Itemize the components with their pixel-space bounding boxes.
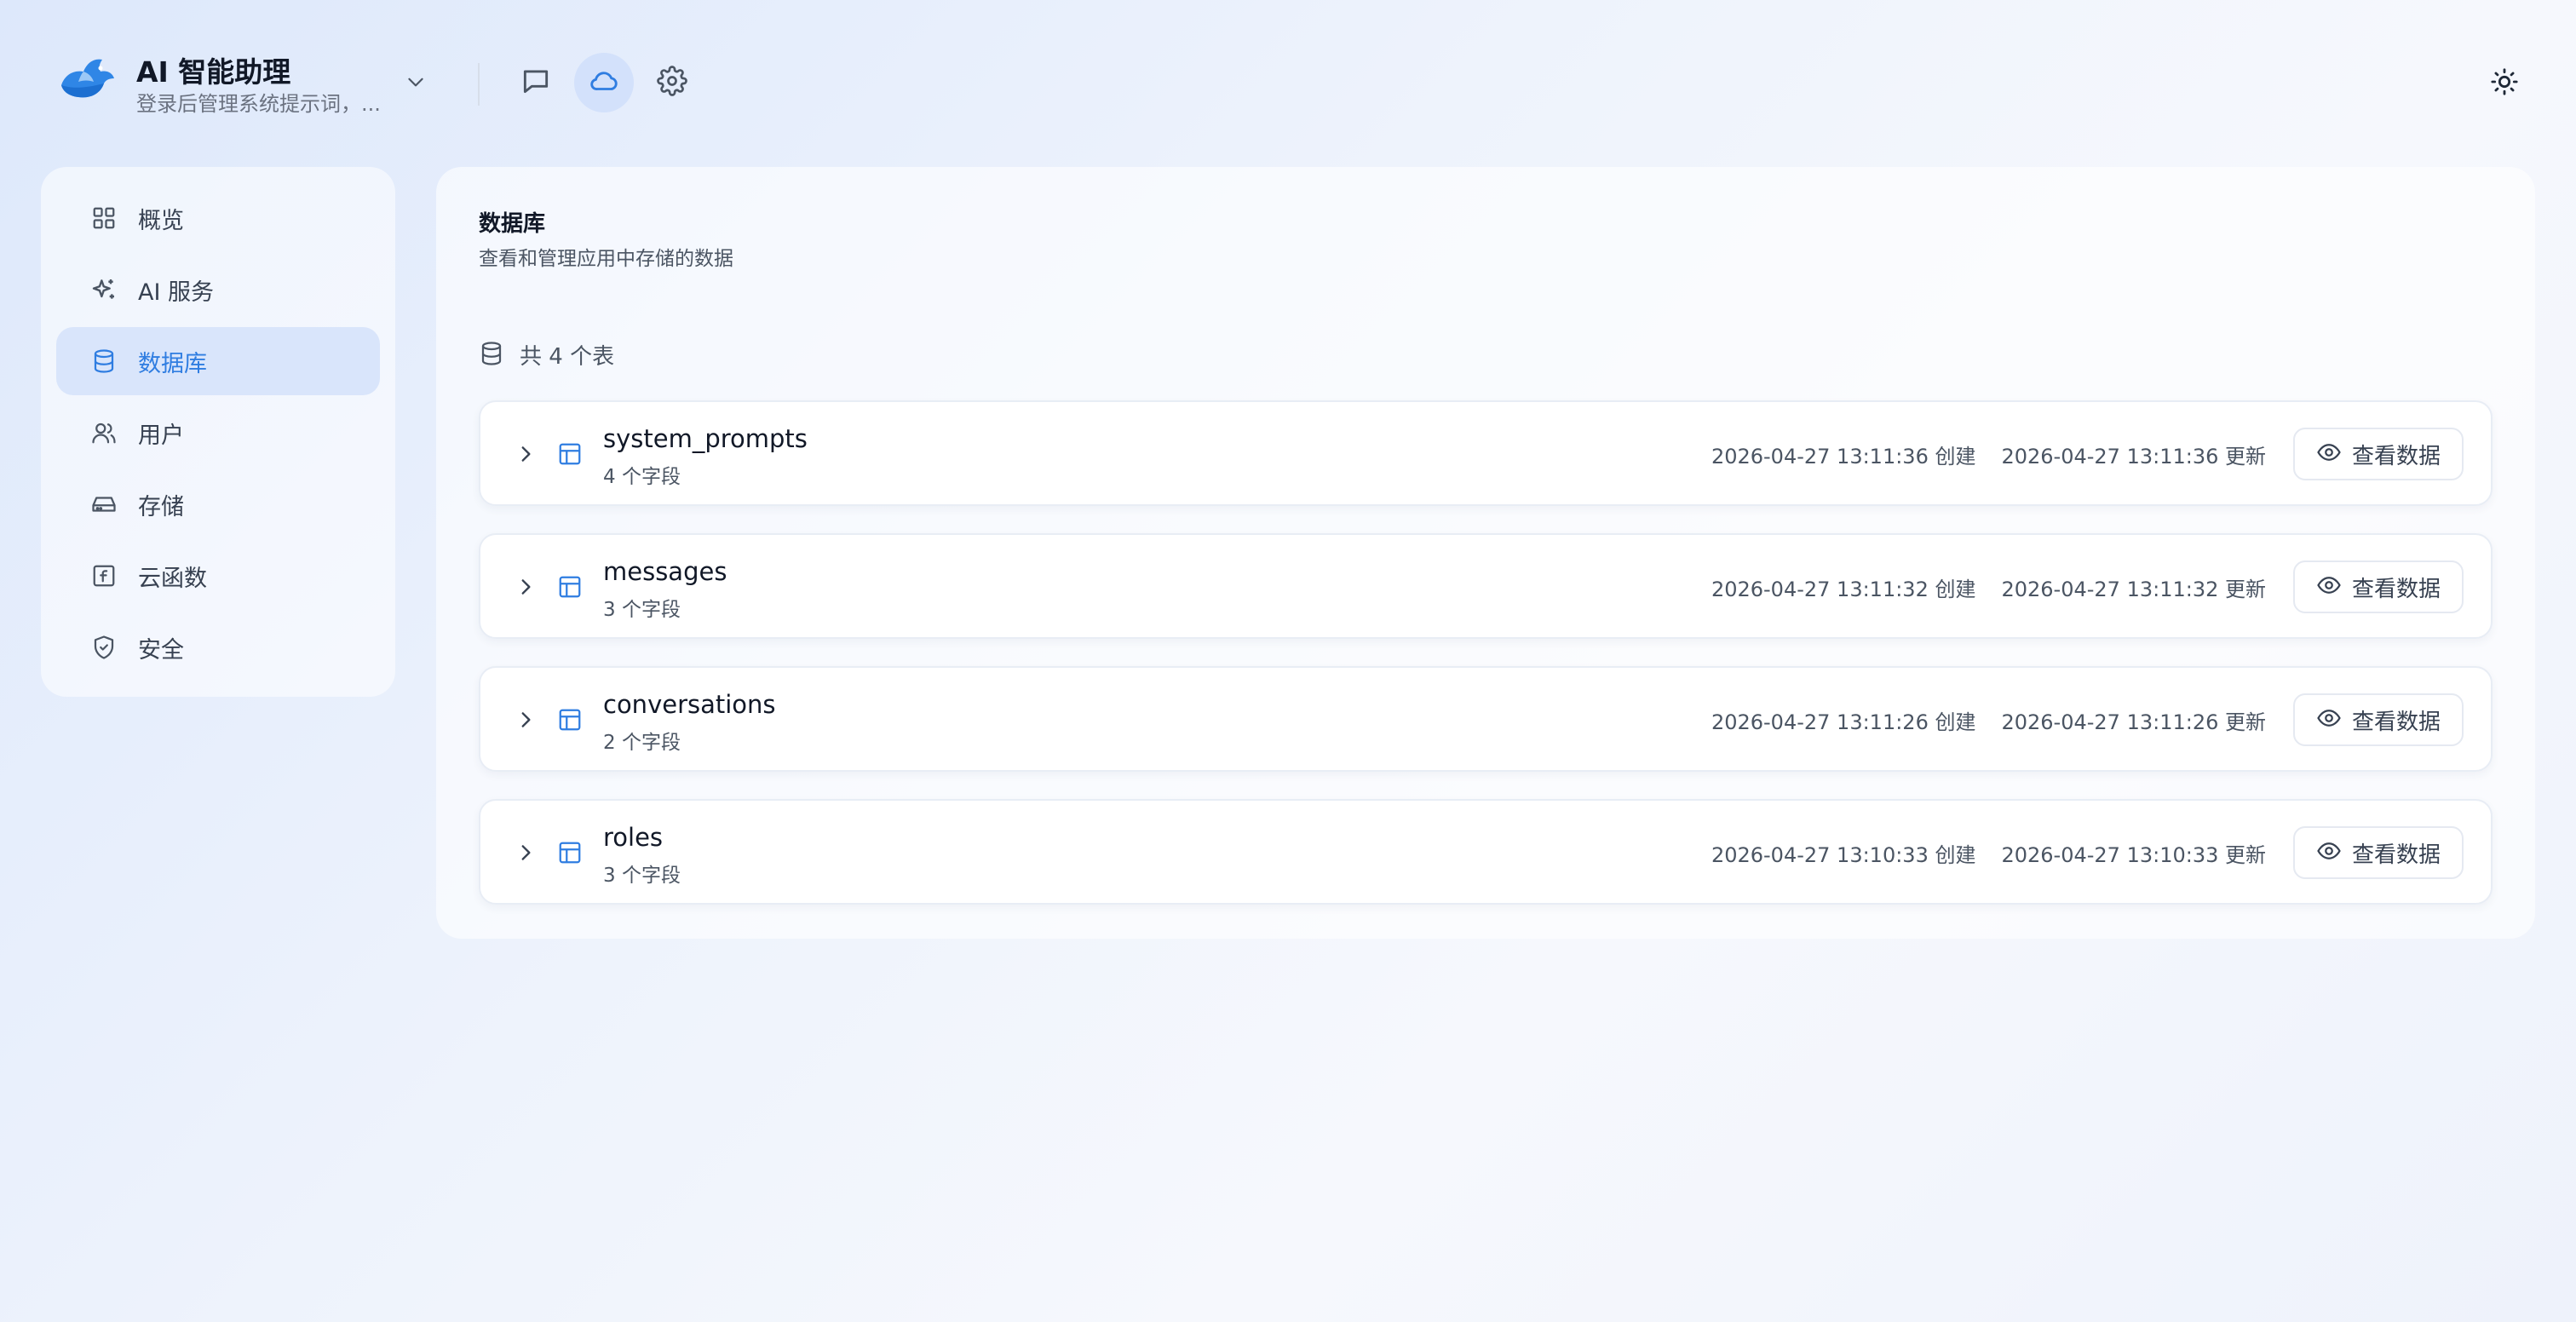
sidebar-item-cloud-functions[interactable]: 云函数 <box>56 542 380 610</box>
field-count: 2 个字段 <box>603 732 681 754</box>
database-icon <box>479 341 504 370</box>
sidebar-item-users[interactable]: 用户 <box>56 399 380 467</box>
sparkle-icon <box>90 276 118 303</box>
updated-time: 2026-04-27 13:11:32 更新 <box>2001 578 2266 601</box>
table-count-text: 共 4 个表 <box>520 344 615 370</box>
created-time: 2026-04-27 13:11:26 创建 <box>1711 710 1976 734</box>
sidebar-item-overview[interactable]: 概览 <box>56 184 380 252</box>
grid-icon <box>90 204 118 232</box>
hard-drive-icon <box>90 491 118 518</box>
sun-icon <box>2490 67 2519 100</box>
view-data-label: 查看数据 <box>2351 709 2441 735</box>
eye-icon <box>2316 705 2342 734</box>
eye-icon <box>2316 572 2342 601</box>
table-row[interactable]: system_prompts 4 个字段 2026-04-27 13:11:36… <box>479 400 2493 506</box>
timestamps: 2026-04-27 13:11:26 创建 2026-04-27 13:11:… <box>1711 705 2266 735</box>
database-panel: 数据库 查看和管理应用中存储的数据 共 4 个表 system_prompts … <box>436 167 2535 939</box>
chat-button[interactable] <box>506 53 566 112</box>
table-name: conversations <box>603 690 776 719</box>
table-row[interactable]: conversations 2 个字段 2026-04-27 13:11:26 … <box>479 666 2493 772</box>
app-switcher-chevron-down-icon[interactable] <box>400 66 431 97</box>
shield-icon <box>90 634 118 661</box>
table-name: roles <box>603 823 664 852</box>
chat-icon <box>520 65 552 101</box>
table-name: system_prompts <box>603 424 808 453</box>
view-data-button[interactable]: 查看数据 <box>2293 560 2464 613</box>
sidebar-item-label: 数据库 <box>138 350 207 377</box>
sidebar-item-label: 概览 <box>138 207 184 234</box>
sidebar-item-label: 云函数 <box>138 565 207 592</box>
table-icon <box>555 440 584 468</box>
table-icon <box>555 572 584 601</box>
table-name: messages <box>603 557 727 586</box>
timestamps: 2026-04-27 13:10:33 创建 2026-04-27 13:10:… <box>1711 838 2266 868</box>
chevron-right-icon[interactable] <box>511 705 540 734</box>
sidebar-item-database[interactable]: 数据库 <box>56 327 380 395</box>
sidebar-item-storage[interactable]: 存储 <box>56 470 380 538</box>
updated-time: 2026-04-27 13:11:26 更新 <box>2001 710 2266 734</box>
field-count: 3 个字段 <box>603 865 681 887</box>
chevron-right-icon[interactable] <box>511 838 540 867</box>
view-data-button[interactable]: 查看数据 <box>2293 826 2464 879</box>
table-icon <box>555 838 584 867</box>
sidebar-item-ai-service[interactable]: AI 服务 <box>56 256 380 324</box>
timestamps: 2026-04-27 13:11:32 创建 2026-04-27 13:11:… <box>1711 572 2266 602</box>
app-subtitle: 登录后管理系统提示词，... <box>136 92 381 116</box>
sidebar-item-label: 用户 <box>138 422 184 449</box>
created-time: 2026-04-27 13:10:33 创建 <box>1711 843 1976 867</box>
updated-time: 2026-04-27 13:10:33 更新 <box>2001 843 2266 867</box>
field-count: 3 个字段 <box>603 599 681 621</box>
view-data-button[interactable]: 查看数据 <box>2293 693 2464 746</box>
theme-toggle-button[interactable] <box>2487 66 2521 101</box>
view-data-label: 查看数据 <box>2351 576 2441 602</box>
chevron-right-icon[interactable] <box>511 572 540 601</box>
sidebar-item-label: 安全 <box>138 636 184 664</box>
cloud-button[interactable] <box>574 53 634 112</box>
view-data-button[interactable]: 查看数据 <box>2293 428 2464 480</box>
table-icon <box>555 705 584 734</box>
function-icon <box>90 562 118 589</box>
table-count: 共 4 个表 <box>479 339 614 371</box>
users-icon <box>90 419 118 446</box>
header-divider <box>478 63 480 106</box>
cloud-icon <box>588 65 620 101</box>
database-icon <box>90 348 118 375</box>
page-title: 数据库 <box>479 211 546 237</box>
settings-icon <box>657 66 687 100</box>
timestamps: 2026-04-27 13:11:36 创建 2026-04-27 13:11:… <box>1711 440 2266 469</box>
created-time: 2026-04-27 13:11:32 创建 <box>1711 578 1976 601</box>
eye-icon <box>2316 838 2342 867</box>
app-header: AI 智能助理 登录后管理系统提示词，... <box>0 0 2576 162</box>
table-row[interactable]: roles 3 个字段 2026-04-27 13:10:33 创建 2026-… <box>479 799 2493 905</box>
sidebar: 概览 AI 服务 数据库 用户 存储 云函数 安全 <box>41 167 395 697</box>
chevron-right-icon[interactable] <box>511 440 540 468</box>
app-title: AI 智能助理 <box>136 55 291 89</box>
sidebar-item-label: AI 服务 <box>138 279 215 306</box>
settings-button[interactable] <box>642 53 702 112</box>
created-time: 2026-04-27 13:11:36 创建 <box>1711 445 1976 468</box>
sidebar-item-label: 存储 <box>138 493 184 520</box>
app-logo <box>58 53 118 104</box>
eye-icon <box>2316 440 2342 468</box>
page-description: 查看和管理应用中存储的数据 <box>479 248 733 270</box>
updated-time: 2026-04-27 13:11:36 更新 <box>2001 445 2266 468</box>
field-count: 4 个字段 <box>603 466 681 488</box>
view-data-label: 查看数据 <box>2351 443 2441 469</box>
table-row[interactable]: messages 3 个字段 2026-04-27 13:11:32 创建 20… <box>479 533 2493 639</box>
sidebar-item-security[interactable]: 安全 <box>56 613 380 681</box>
view-data-label: 查看数据 <box>2351 842 2441 868</box>
